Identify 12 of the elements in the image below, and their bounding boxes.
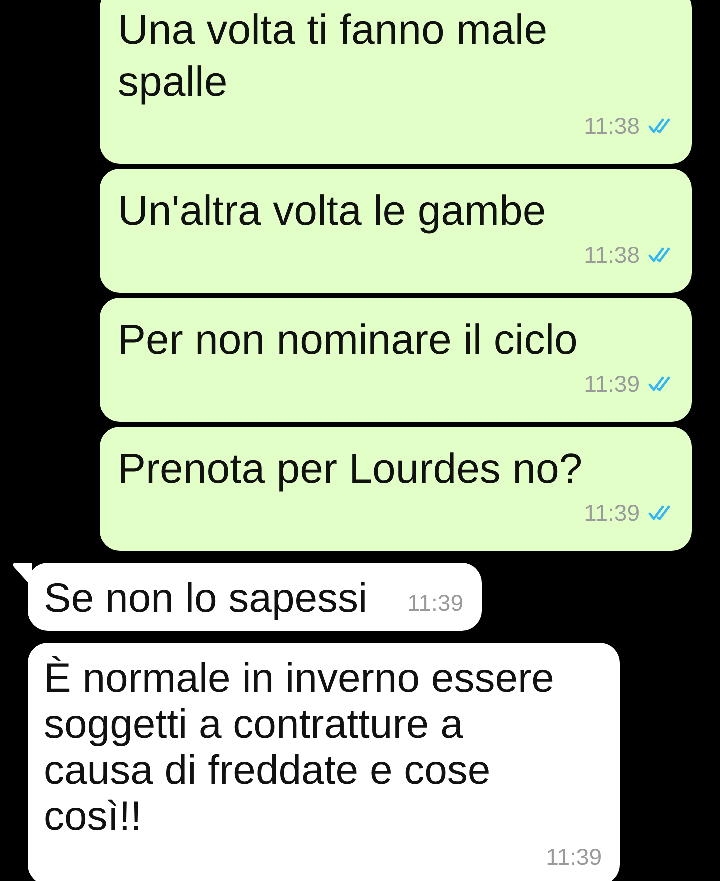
message-time: 11:38: [584, 241, 640, 270]
message-text: Se non lo sapessi: [44, 575, 368, 621]
message-text: Per non nominare il ciclo: [118, 315, 579, 365]
message-time: 11:39: [408, 589, 464, 618]
message-time: 11:38: [584, 112, 640, 141]
message-time: 11:39: [546, 843, 602, 872]
message-text: Un'altra volta le gambe: [118, 186, 548, 236]
message-text: Prenota per Lourdes no?: [118, 444, 584, 494]
message-time: 11:39: [584, 370, 640, 399]
message-time: 11:39: [584, 499, 640, 528]
message-text: Una volta ti fanno male spalle: [118, 5, 549, 107]
message-text: È normale in inverno essere soggetti a contratture a causa di freddate e cose così!!: [44, 655, 556, 839]
